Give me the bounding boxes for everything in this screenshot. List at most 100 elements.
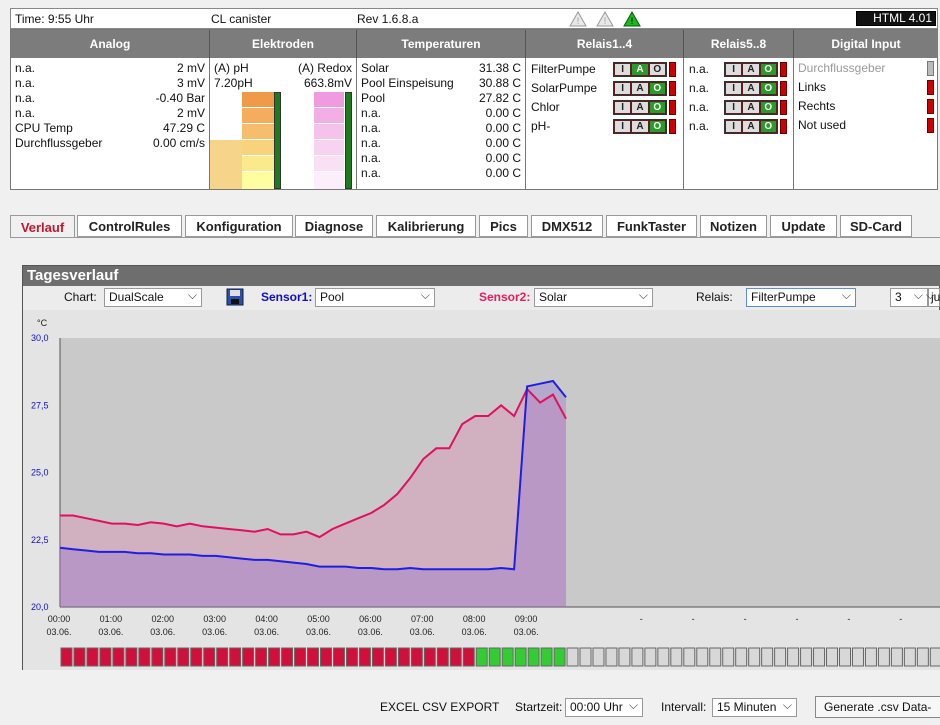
analog-label: n.a. <box>15 106 36 120</box>
tab-sd-card[interactable]: SD-Card <box>840 215 912 237</box>
chart-type-select[interactable]: DualScale <box>104 287 202 307</box>
relais-mode-o-button[interactable]: O <box>649 121 665 132</box>
tab-dmx512[interactable]: DMX512 <box>531 215 603 237</box>
relais-mode-switch[interactable]: IAO <box>613 62 667 77</box>
relais-mode-i-button[interactable]: I <box>615 83 631 94</box>
temp-value: 31.38 C <box>478 61 521 75</box>
analog-value: 2 mV <box>176 61 205 75</box>
relais-timeline-slot <box>99 647 112 667</box>
temp-row: n.a. 0.00 C <box>361 106 521 121</box>
x-tick-date: 03.06. <box>514 627 539 637</box>
relais-mode-switch[interactable]: IAO <box>613 100 667 115</box>
tab-funktaster[interactable]: FunkTaster <box>606 215 697 237</box>
relais-mode-a-button[interactable]: A <box>743 121 759 132</box>
relais-mode-switch[interactable]: IAO <box>724 81 778 96</box>
x-tick-label: 09:00 <box>515 614 538 624</box>
x-tick-placeholder: - <box>899 614 902 624</box>
temperature-column: Solar 31.38 C Pool Einspeisung 30.88 C Poo… <box>357 58 526 189</box>
relais-timeline-slot <box>683 647 696 667</box>
relais-mode-switch[interactable]: IAO <box>724 100 778 115</box>
relais-timeline-slot <box>423 647 436 667</box>
x-tick-date: 03.06. <box>410 627 435 637</box>
tab-pics[interactable]: Pics <box>479 215 528 237</box>
ok-warning-icon[interactable]: ! <box>623 11 641 27</box>
relais-timeline-slot <box>332 647 345 667</box>
relais-mode-a-button[interactable]: A <box>743 64 759 75</box>
relais-mode-o-button[interactable]: O <box>760 121 776 132</box>
analog-row: CPU Temp 47.29 C <box>15 121 205 136</box>
time-display: Time: 9:55 Uhr <box>15 12 94 26</box>
tab-konfiguration[interactable]: Konfiguration <box>185 215 293 237</box>
extra-select[interactable]: ju <box>926 287 940 307</box>
warning-icon[interactable]: ! <box>596 11 614 27</box>
generate-csv-button[interactable]: Generate .csv Data- <box>815 696 940 718</box>
temperature-chart: °C 30,0 27,5 25,0 22,5 20,0 00:00 03.06. 01:00 03… <box>23 310 940 670</box>
tab-controlrules[interactable]: ControlRules <box>77 215 182 237</box>
temp-row: n.a. 0.00 C <box>361 166 521 181</box>
relais-mode-a-button[interactable]: A <box>632 121 648 132</box>
relais-mode-i-button[interactable]: I <box>726 64 742 75</box>
relais-timeline-slot <box>501 647 514 667</box>
relais-mode-a-button[interactable]: A <box>743 83 759 94</box>
interval-label: Intervall: <box>661 700 707 714</box>
relais-timeline-slot <box>761 647 774 667</box>
relais-mode-i-button[interactable]: I <box>615 102 631 113</box>
interval-select[interactable]: 15 Minuten <box>712 697 797 717</box>
relais-mode-a-button[interactable]: A <box>632 64 648 75</box>
export-title: EXCEL CSV EXPORT <box>380 700 500 714</box>
relais-mode-i-button[interactable]: I <box>615 121 631 132</box>
relais-timeline-slot <box>514 647 527 667</box>
relais-state-indicator <box>780 119 787 134</box>
relais-mode-a-button[interactable]: A <box>743 102 759 113</box>
electrodes-column: (A) pH (A) Redox 7.20pH 663.8mV <box>210 58 357 189</box>
relais-label: Relais: <box>696 290 733 304</box>
relais-timeline-slot <box>890 647 903 667</box>
header-digital-input: Digital Input <box>794 30 938 58</box>
x-tick-label: 05:00 <box>307 614 330 624</box>
relais-mode-switch[interactable]: IAO <box>613 119 667 134</box>
relais-mode-i-button[interactable]: I <box>615 64 631 75</box>
sensor1-select[interactable]: Pool <box>315 287 435 307</box>
relais-mode-o-button[interactable]: O <box>760 83 776 94</box>
relais-label: n.a. <box>689 100 710 114</box>
relais-timeline-slot <box>748 647 761 667</box>
relais-mode-o-button[interactable]: O <box>649 64 665 75</box>
tab-notizen[interactable]: Notizen <box>700 215 767 237</box>
tab-update[interactable]: Update <box>770 215 837 237</box>
days-select[interactable]: 3 <box>890 287 928 307</box>
relais-select[interactable]: FilterPumpe <box>746 287 856 307</box>
relais-mode-i-button[interactable]: I <box>726 83 742 94</box>
digital-row: Not used <box>798 118 934 133</box>
relais-mode-switch[interactable]: IAO <box>724 62 778 77</box>
relais-mode-switch[interactable]: IAO <box>724 119 778 134</box>
x-tick-placeholder: - <box>847 614 850 624</box>
relais-state-indicator <box>669 119 676 134</box>
relais-mode-o-button[interactable]: O <box>760 102 776 113</box>
ph-bar-base <box>210 140 242 189</box>
relais-timeline-slot <box>826 647 839 667</box>
tab-diagnose[interactable]: Diagnose <box>295 215 373 237</box>
relais-mode-a-button[interactable]: A <box>632 102 648 113</box>
relais-mode-o-button[interactable]: O <box>760 64 776 75</box>
tab-verlauf[interactable]: Verlauf <box>10 215 75 238</box>
digital-state-indicator <box>927 61 934 76</box>
tab-kalibrierung[interactable]: Kalibrierung <box>376 215 476 237</box>
save-icon[interactable] <box>226 288 244 306</box>
relais-mode-o-button[interactable]: O <box>649 102 665 113</box>
relais-mode-o-button[interactable]: O <box>649 83 665 94</box>
warning-icon[interactable]: ! <box>569 11 587 27</box>
relais-timeline-slot <box>151 647 164 667</box>
relais-mode-a-button[interactable]: A <box>632 83 648 94</box>
relais-mode-i-button[interactable]: I <box>726 102 742 113</box>
relais-timeline-slot <box>281 647 294 667</box>
x-tick-date: 03.06. <box>358 627 383 637</box>
relais-mode-switch[interactable]: IAO <box>613 81 667 96</box>
sensor2-select[interactable]: Solar <box>534 287 653 307</box>
svg-text:!: ! <box>631 16 634 26</box>
html-validator-badge[interactable]: HTML 4.01 <box>856 11 936 26</box>
x-tick-date: 03.06. <box>462 627 487 637</box>
relais-mode-i-button[interactable]: I <box>726 121 742 132</box>
ph-level-bar <box>274 92 281 189</box>
analog-value: 0.00 cm/s <box>152 136 205 150</box>
start-time-select[interactable]: 00:00 Uhr <box>565 697 643 717</box>
